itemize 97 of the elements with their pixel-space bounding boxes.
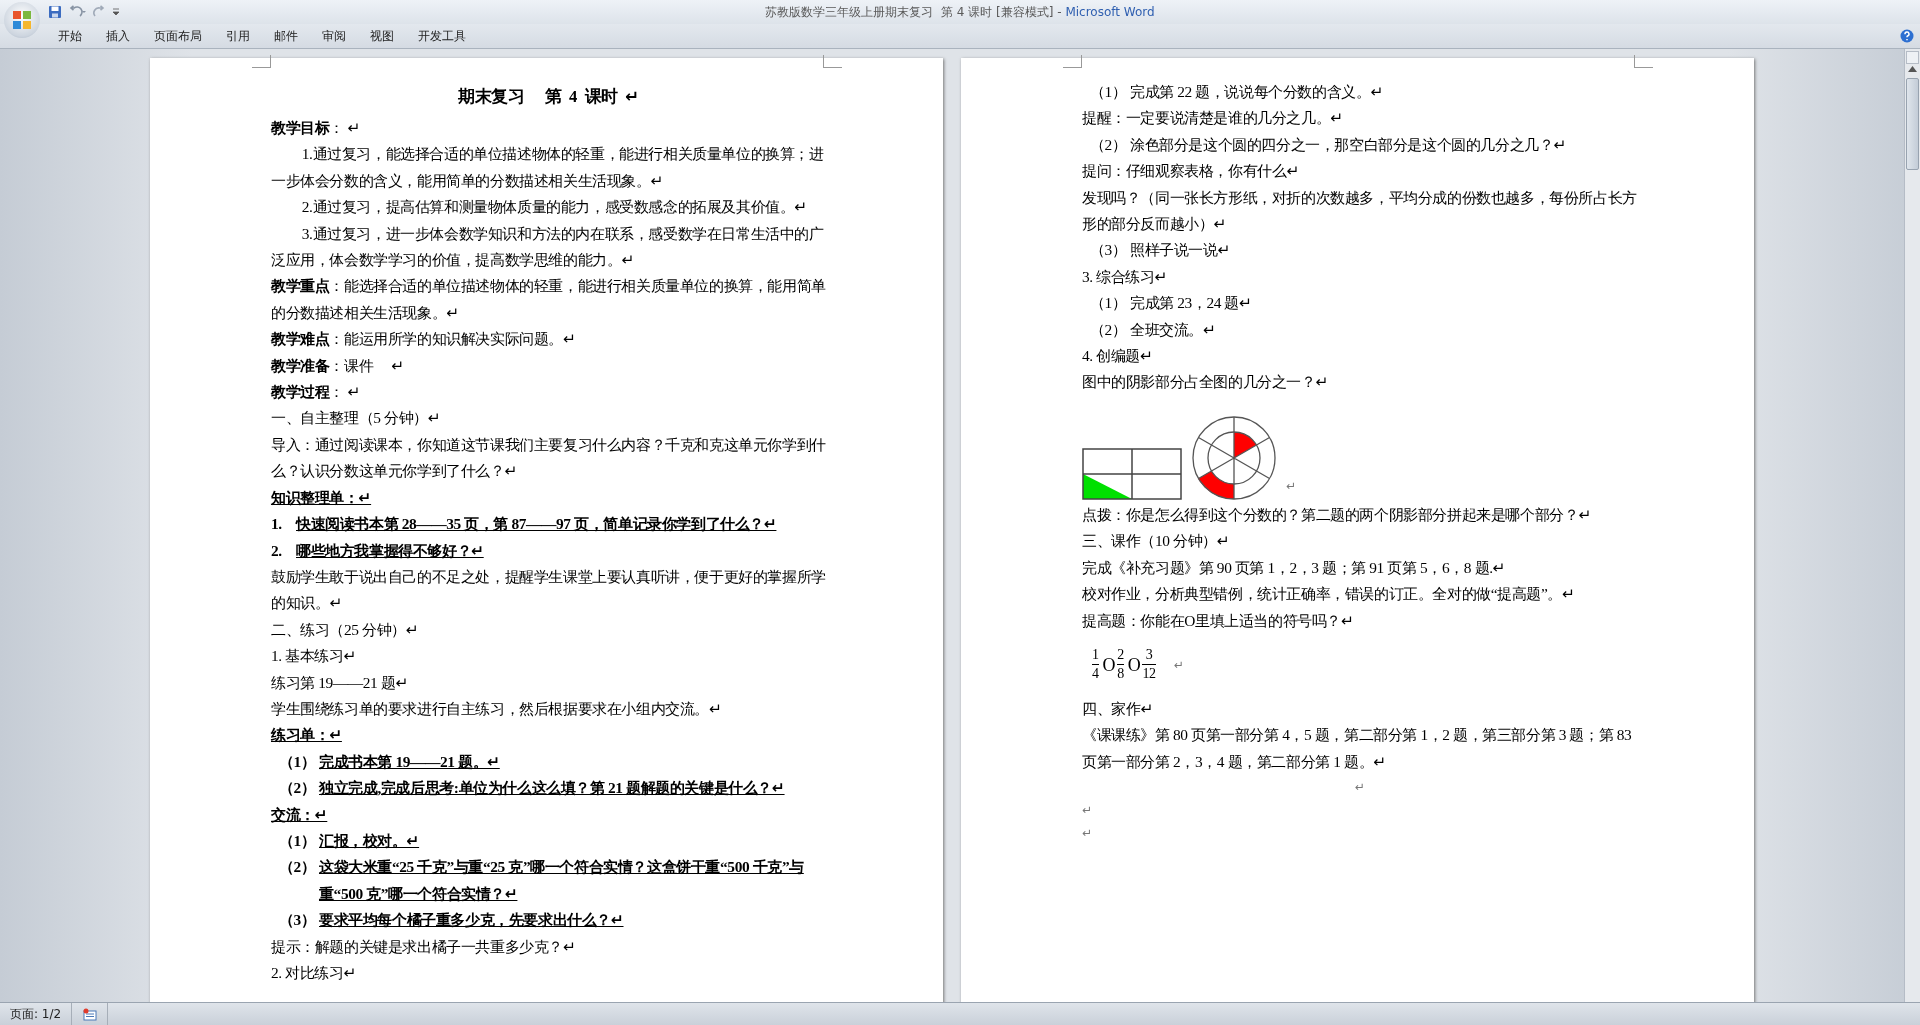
paragraph-text: 学生围绕练习单的要求进行自主练习，然后根据要求在小组内交流。↵ <box>271 699 722 717</box>
redo-icon[interactable] <box>92 5 106 19</box>
paragraph-text: 2. 对比练习↵ <box>271 964 357 981</box>
fraction-numerator: 1 <box>1092 646 1099 665</box>
list-number: 1. <box>271 514 283 535</box>
ribbon-tab[interactable]: 审阅 <box>312 24 356 48</box>
list-item-text: 完成第 23，24 题↵ <box>1130 294 1252 312</box>
paragraph-text: 教学目标： ↵ <box>271 119 360 136</box>
app-name: Microsoft Word <box>1065 4 1155 19</box>
paragraph-text: 点拨：你是怎么得到这个分数的？第二题的两个阴影部分拼起来是哪个部分？↵ <box>1082 505 1591 523</box>
list-item-text: 独立完成,完成后思考:单位为什么这么填？第 21 题解题的关键是什么？↵ <box>319 779 785 797</box>
window-title: 苏教版数学三年级上册期末复习 第 4 课时 [兼容模式] - <box>765 4 1063 19</box>
ribbon-tab[interactable]: 开发工具 <box>408 24 476 48</box>
paragraph-text: 教学准备：课件 ↵ <box>271 356 404 374</box>
paragraph-text: 教学过程： ↵ <box>271 383 360 401</box>
list-item-text: 完成书本第 19——21 题。↵ <box>319 752 500 770</box>
paragraph-mark: ↵ <box>1173 656 1184 674</box>
fraction-numerator: 2 <box>1117 646 1124 665</box>
list-number: （2） <box>1090 134 1128 155</box>
paragraph-text: 1.通过复习，能选择合适的单位描述物体的轻重，能进行相关质量单位的换算；进一步体会分数的含义，能用简单的分数描述相关生活现象。↵ <box>271 145 824 189</box>
paragraph-text: 四、家作↵ <box>1082 699 1153 717</box>
circle-symbol: O <box>1127 653 1141 677</box>
paragraph-text: 提示：解题的关键是求出橘子一共重多少克？↵ <box>271 937 576 955</box>
paragraph-mark: ↵ <box>1082 803 1092 818</box>
up-arrow-icon[interactable] <box>1908 66 1917 72</box>
list-number: （2） <box>279 778 317 799</box>
fraction-denominator: 8 <box>1117 665 1124 684</box>
paragraph-text: 3. 综合练习↵ <box>1082 267 1168 285</box>
ruler-toggle-button[interactable] <box>1906 51 1919 64</box>
ribbon-tab[interactable]: 开始 <box>48 24 92 48</box>
paragraph-text: 知识整理单：↵ <box>271 488 372 506</box>
paragraph-text: 导入：通过阅读课本，你知道这节课我们主要复习什么内容？千克和克这单元你学到什么？认识分数这单元你学到了什么？↵ <box>271 435 826 480</box>
page-count[interactable]: 页面: 1/2 <box>10 1005 62 1023</box>
dropdown-icon[interactable] <box>112 7 120 17</box>
paragraph-mark: ↵ <box>1286 478 1296 496</box>
paragraph-text: 4. 创编题↵ <box>1082 347 1153 365</box>
list-item-text: 要求平均每个橘子重多少克，先要求出什么？↵ <box>319 911 624 929</box>
crop-mark <box>823 55 842 68</box>
ribbon-tab[interactable]: 邮件 <box>264 24 308 48</box>
list-number: （1） <box>1090 82 1128 102</box>
paragraph-text: 二、练习（25 分钟）↵ <box>271 620 419 638</box>
document-status-icon[interactable] <box>82 1007 98 1021</box>
paragraph-text: 教学难点：能运用所学的知识解决实际问题。↵ <box>271 330 576 348</box>
office-button[interactable] <box>4 2 40 38</box>
crop-mark <box>1634 55 1653 68</box>
list-item-text: 涂色部分是这个圆的四分之一，那空白部分是这个圆的几分之几？↵ <box>1130 135 1566 153</box>
paragraph-text: 交流：↵ <box>271 805 328 823</box>
paragraph-text: 练习第 19——21 题↵ <box>271 673 408 691</box>
fraction-denominator: 12 <box>1142 665 1156 684</box>
paragraph-text: 2.通过复习，提高估算和测量物体质量的能力，感受数感念的拓展及其价值。↵ <box>301 198 807 216</box>
ribbon-tab[interactable]: 引用 <box>216 24 260 48</box>
crop-mark <box>1063 55 1082 68</box>
ribbon-tab[interactable]: 页面布局 <box>144 24 212 48</box>
paragraph-text: 完成《补充习题》第 90 页第 1，2，3 题；第 91 页第 5，6，8 题.↵ <box>1082 558 1506 576</box>
list-item-text: 哪些地方我掌握得不够好？↵ <box>296 541 484 559</box>
paragraph-text: 练习单：↵ <box>271 726 342 744</box>
list-number: （1） <box>1090 293 1128 314</box>
paragraph-text: 教学重点：能选择合适的单位描述物体的轻重，能进行相关质量单位的换算，能用简单的分数描述相关生活现象。↵ <box>271 277 826 321</box>
document-title: 期末复习 第 4 课时 ↵ <box>458 87 639 106</box>
paragraph-text: 提高题：你能在O里填上适当的符号吗？↵ <box>1082 611 1354 629</box>
help-icon[interactable] <box>1900 29 1914 43</box>
list-item-text: 照样子说一说↵ <box>1130 241 1231 259</box>
paragraph-text: 图中的阴影部分占全图的几分之一？↵ <box>1082 373 1329 391</box>
paragraph-text: 校对作业，分析典型错例，统计正确率，错误的订正。全对的做“提高题”。↵ <box>1082 585 1575 603</box>
paragraph-text: 鼓励学生敢于说出自己的不足之处，提醒学生课堂上要认真听讲，便于更好的掌握所学的知识。↵ <box>271 567 826 612</box>
list-number: （3） <box>279 910 317 931</box>
list-number: （1） <box>279 751 317 772</box>
ribbon-tab[interactable]: 插入 <box>96 24 140 48</box>
paragraph-mark: ↵ <box>1354 780 1365 795</box>
list-number: 2. <box>271 540 283 561</box>
list-number: （2） <box>1090 319 1128 340</box>
list-item-text: 完成第 22 题，说说每个分数的含义。↵ <box>1130 83 1383 100</box>
undo-icon[interactable] <box>68 5 86 19</box>
fraction-denominator: 4 <box>1092 665 1099 684</box>
circle-symbol: O <box>1102 653 1116 677</box>
ribbon-tab[interactable]: 视图 <box>360 24 404 48</box>
scrollbar-thumb[interactable] <box>1906 78 1919 170</box>
list-number: （2） <box>279 857 317 878</box>
save-icon[interactable] <box>48 5 62 19</box>
paragraph-text: 发现吗？（同一张长方形纸，对折的次数越多，平均分成的份数也越多，每份所占长方形的部分反而越小）↵ <box>1082 188 1637 233</box>
paragraph-text: 三、课作（10 分钟）↵ <box>1082 532 1230 550</box>
list-number: （1） <box>279 830 317 851</box>
list-item-text: 快速阅读书本第 28——35 页，第 87——97 页，简单记录你学到了什么？↵ <box>296 515 777 533</box>
list-item-text: 这袋大米重“25 千克”与重“25 克”哪一个符合实情？这盒饼干重“500 千克”与重“500 克”哪一个符合实情？↵ <box>319 858 804 902</box>
crop-mark <box>252 55 271 68</box>
paragraph-text: 一、自主整理（5 分钟）↵ <box>271 409 441 427</box>
paragraph-text: 《课课练》第 80 页第一部分第 4，5 题，第二部分第 1，2 题，第三部分第 3 题；第 83 页第一部分第 2，3，4 题，第二部分第 1 题。↵ <box>1082 726 1632 770</box>
list-number: （3） <box>1090 240 1128 261</box>
list-item-text: 全班交流。↵ <box>1130 320 1216 338</box>
list-item-text: 汇报，校对。↵ <box>319 831 420 849</box>
office-logo-icon <box>11 9 33 31</box>
paragraph-text: 3.通过复习，进一步体会数学知识和方法的内在联系，感受数学在日常生活中的广泛应用，体会数学学习的价值，提高数学思维的能力。↵ <box>271 224 824 269</box>
fraction-numerator: 3 <box>1145 646 1153 665</box>
paragraph-mark: ↵ <box>1082 826 1092 841</box>
paragraph-text: 提醒：一定要说清楚是谁的几分之几。↵ <box>1082 109 1343 127</box>
paragraph-text: 提问：仔细观察表格，你有什么↵ <box>1082 162 1299 180</box>
paragraph-text: 1. 基本练习↵ <box>271 647 357 665</box>
